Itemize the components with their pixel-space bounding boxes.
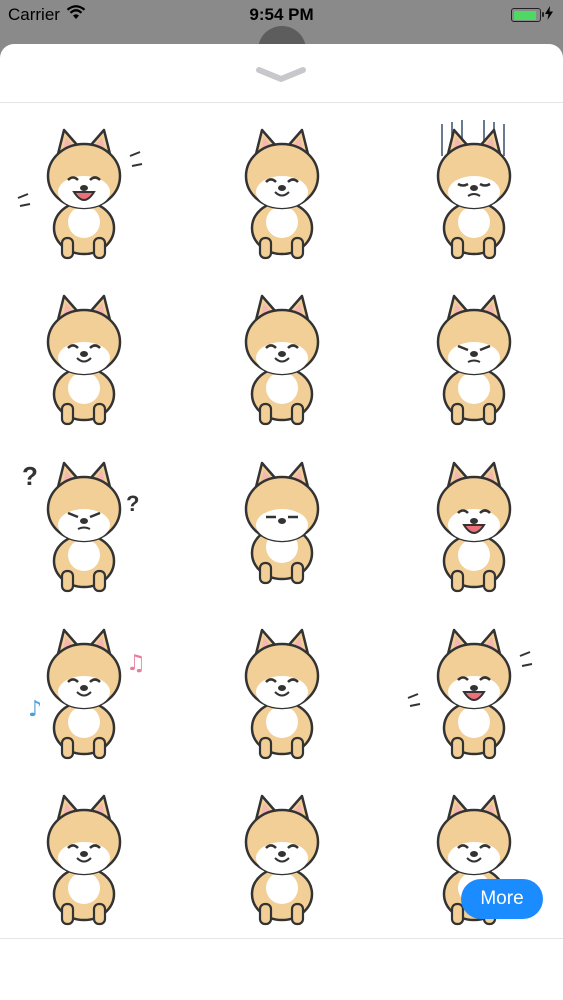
sticker-dog-sleeping[interactable] (206, 449, 356, 599)
sticker-dog-playful-bow[interactable] (206, 616, 356, 766)
sticker-dog-gloomy[interactable] (398, 116, 548, 266)
sticker-sheet: ? ? ♫ ♪ More (0, 44, 563, 1000)
bottom-divider (0, 938, 563, 939)
sticker-dog-content-lying[interactable] (8, 282, 158, 432)
sticker-dog-confused[interactable]: ? ? (8, 449, 158, 599)
svg-text:?: ? (126, 491, 139, 516)
sticker-dog-smiling-standing[interactable] (206, 282, 356, 432)
battery-icon (511, 8, 544, 22)
sticker-dog-standing-up[interactable] (8, 782, 158, 932)
sticker-dog-laughing-shaking[interactable] (8, 116, 158, 266)
status-right (511, 5, 553, 25)
sticker-dog-happy-sitting[interactable] (206, 116, 356, 266)
sticker-dog-sitting-smile[interactable] (206, 782, 356, 932)
svg-text:♪: ♪ (28, 697, 42, 722)
sticker-dog-grumpy-sitting[interactable] (398, 282, 548, 432)
sticker-dog-big-laugh[interactable] (398, 616, 548, 766)
chevron-down-icon[interactable] (255, 64, 307, 86)
svg-text:♫: ♫ (126, 651, 146, 676)
sticker-dog-excited-walking[interactable] (398, 449, 548, 599)
sticker-dog-singing[interactable]: ♫ ♪ (8, 616, 158, 766)
sticker-grid: ? ? ♫ ♪ (0, 116, 563, 941)
status-time: 9:54 PM (249, 5, 314, 24)
charging-icon (545, 5, 553, 25)
more-button[interactable]: More (461, 879, 543, 919)
header-divider (0, 102, 563, 103)
svg-text:?: ? (22, 461, 38, 491)
